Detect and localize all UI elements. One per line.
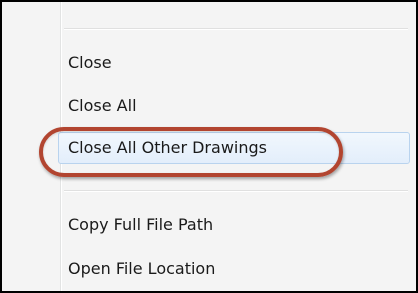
menu-item-label: Open File Location [68,259,216,278]
menu-item-label: Close All Other Drawings [68,138,267,157]
menu-item-label: Copy Full File Path [68,215,214,234]
menu-item-open-file-location[interactable]: Open File Location [2,252,416,286]
context-menu: Close Close All Close All Other Drawings… [2,2,416,291]
menu-separator [64,190,408,192]
menu-item-close-all-other-drawings[interactable]: Close All Other Drawings [2,131,416,165]
screenshot-frame: Close Close All Close All Other Drawings… [0,0,418,293]
menu-separator-top [64,28,408,30]
menu-item-copy-full-file-path[interactable]: Copy Full File Path [2,208,416,242]
menu-item-label: Close All [68,96,137,115]
menu-item-label: Close [68,53,112,72]
menu-item-close-all[interactable]: Close All [2,89,416,123]
menu-item-close[interactable]: Close [2,46,416,80]
